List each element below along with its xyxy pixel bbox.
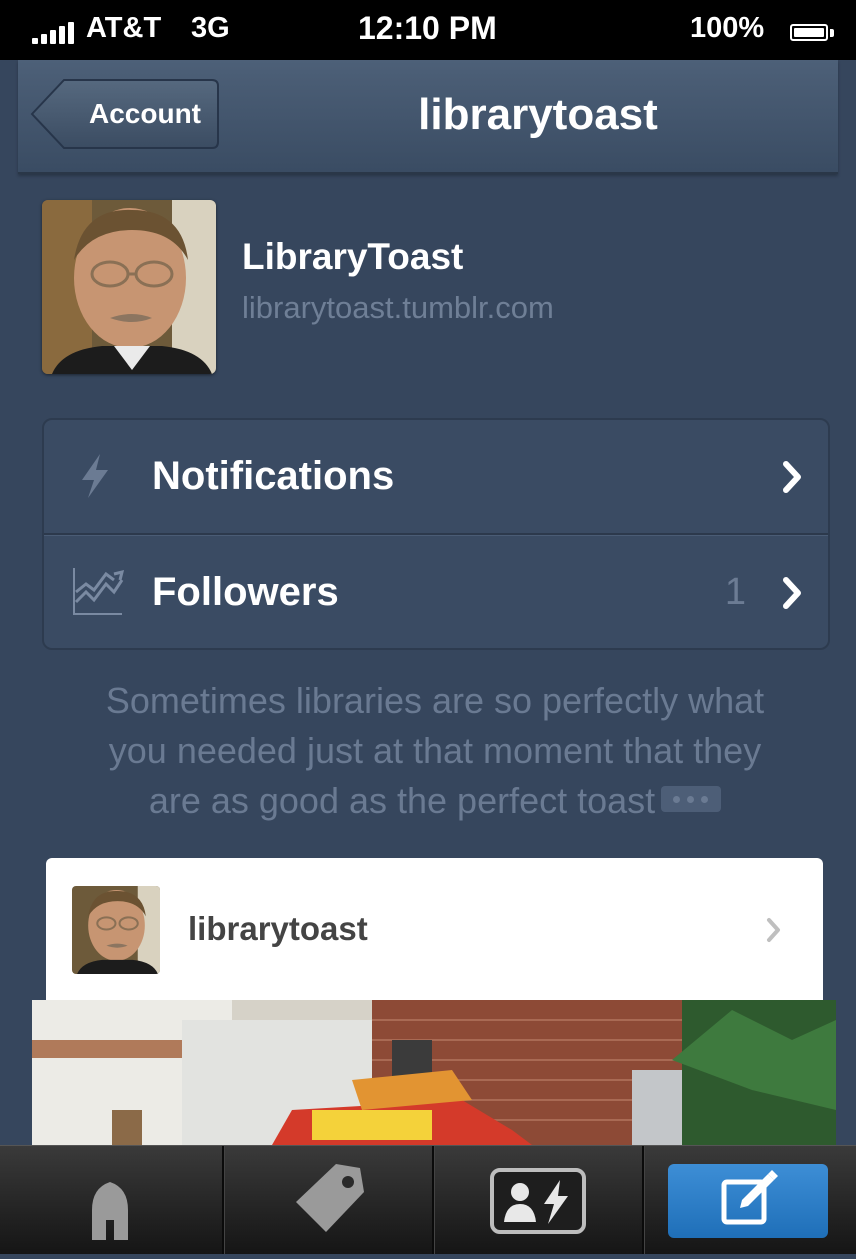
profile-url[interactable]: librarytoast.tumblr.com [242, 290, 554, 326]
battery-icon [790, 24, 828, 41]
signal-strength-icon [32, 22, 76, 44]
tab-tags[interactable] [226, 1146, 432, 1254]
chevron-right-icon [783, 461, 801, 493]
post-avatar[interactable] [72, 886, 160, 974]
tab-compose[interactable] [668, 1164, 828, 1238]
tag-icon [296, 1164, 364, 1232]
description-line: Sometimes libraries are so perfectly wha… [105, 680, 765, 721]
chevron-right-icon [767, 918, 780, 942]
battery-tip [830, 29, 834, 37]
network-type: 3G [191, 12, 230, 44]
followers-count: 1 [724, 571, 746, 613]
description-line: are as good as the perfect toast [148, 780, 656, 821]
post-photo[interactable] [32, 1000, 836, 1145]
more-button[interactable] [661, 786, 722, 813]
post-username: librarytoast [188, 910, 368, 947]
tab-divider [432, 1146, 435, 1254]
clock: 12:10 PM [358, 10, 497, 46]
tab-home[interactable] [0, 1146, 222, 1254]
home-icon [92, 1182, 128, 1240]
description-line: you needed just at that moment that they [108, 730, 762, 771]
tab-divider [222, 1146, 225, 1254]
account-menu: Notifications Followers 1 [42, 418, 830, 650]
back-button[interactable]: Account [30, 78, 220, 150]
carrier-name: AT&T [86, 12, 162, 44]
chevron-right-icon [783, 577, 801, 609]
profile-avatar[interactable] [42, 200, 216, 374]
notifications-label: Notifications [152, 454, 395, 498]
status-bar: AT&T 3G 12:10 PM 100% [0, 0, 856, 60]
activity-icon [490, 1168, 586, 1234]
menu-item-notifications[interactable]: Notifications [44, 420, 828, 535]
chart-icon [73, 568, 125, 615]
followers-label: Followers [152, 570, 339, 614]
lightning-icon [82, 454, 108, 498]
back-button-label: Account [89, 98, 201, 129]
tab-activity[interactable] [436, 1146, 642, 1254]
tab-bar [0, 1145, 856, 1254]
navigation-bar: Account librarytoast [18, 60, 838, 174]
blog-description: Sometimes libraries are so perfectly wha… [40, 676, 830, 826]
post-header[interactable]: librarytoast [46, 858, 823, 1000]
tab-divider [642, 1146, 645, 1254]
page-title: librarytoast [418, 90, 658, 139]
menu-item-followers[interactable]: Followers 1 [44, 535, 828, 648]
battery-percentage: 100% [690, 12, 765, 44]
profile-name: LibraryToast [242, 236, 464, 277]
compose-icon [721, 1170, 778, 1225]
